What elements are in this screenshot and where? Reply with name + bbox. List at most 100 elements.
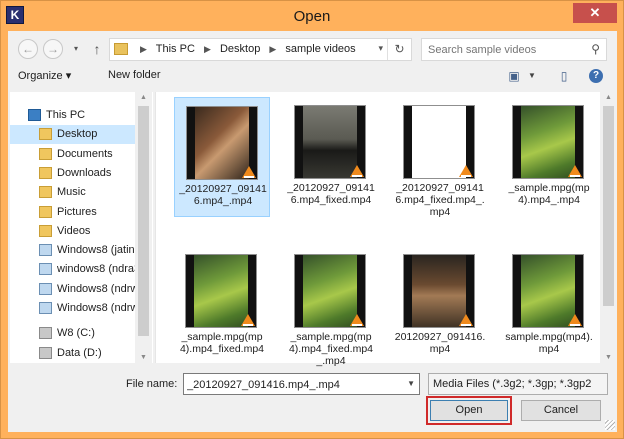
search-box[interactable]: ⚲: [421, 38, 607, 61]
file-name: 20120927_091416.mp4: [394, 331, 486, 355]
breadcrumb-this-pc[interactable]: This PC: [156, 43, 195, 55]
nav-scroll-thumb[interactable]: [138, 106, 149, 336]
nav-item-label: Windows8 (ndrw: [57, 282, 135, 295]
video-frame: [412, 106, 466, 178]
nav-item[interactable]: Documents: [10, 145, 135, 164]
view-options-icon[interactable]: ▣: [506, 68, 522, 84]
nav-item[interactable]: Pictures: [10, 203, 135, 222]
window-title: Open: [293, 8, 331, 25]
nav-item[interactable]: Windows8 (ndrw: [10, 280, 135, 299]
file-name: _sample.mpg(mp4).mp4_fixed.mp4: [179, 331, 265, 355]
open-button[interactable]: Open: [426, 396, 512, 425]
video-thumbnail: [512, 105, 584, 179]
breadcrumb-desktop[interactable]: Desktop: [220, 43, 260, 55]
nav-item[interactable]: Data (D:): [10, 344, 135, 363]
file-item[interactable]: 20120927_091416.mp4: [392, 246, 488, 366]
vlc-cone-icon: [242, 166, 256, 178]
forward-button[interactable]: →: [43, 39, 63, 59]
dialog-client: ← → ▾ ↑ ▶ This PC ▶ Desktop ▶ sample vid…: [8, 31, 617, 432]
refresh-icon: ↻: [394, 42, 405, 56]
video-thumbnail: [186, 106, 258, 180]
file-item[interactable]: _20120927_091416.mp4_fixed.mp4_.mp4: [392, 97, 488, 218]
view-dropdown-icon[interactable]: ▼: [524, 68, 540, 84]
nav-item-label: windows8 (ndra3: [57, 263, 135, 276]
preview-pane-icon[interactable]: ▯: [556, 68, 572, 84]
content-scrollbar[interactable]: ▲ ▼: [600, 92, 617, 363]
nav-item[interactable]: Desktop: [10, 125, 135, 145]
film-strip: [404, 255, 412, 327]
folder-icon: [39, 128, 52, 141]
chevron-right-icon[interactable]: ▶: [140, 44, 147, 54]
chevron-down-icon[interactable]: ▼: [407, 379, 415, 388]
nav-item[interactable]: Windows8 (jatin-: [10, 241, 135, 260]
refresh-button[interactable]: ↻: [387, 39, 411, 60]
video-thumbnail: [294, 105, 366, 179]
chevron-right-icon[interactable]: ▶: [269, 44, 276, 54]
nav-item-label: Music: [57, 186, 86, 199]
film-strip: [295, 106, 303, 178]
close-button[interactable]: ✕: [573, 3, 617, 23]
up-button[interactable]: ↑: [88, 39, 106, 59]
file-name: _20120927_091416.mp4_.mp4: [179, 183, 267, 207]
file-name: _sample.mpg(mp4).mp4_.mp4: [508, 182, 590, 206]
nav-item[interactable]: Downloads: [10, 164, 135, 183]
scroll-up-icon[interactable]: ▲: [600, 94, 617, 101]
address-dropdown-icon[interactable]: ▾: [378, 43, 383, 54]
file-item[interactable]: _sample.mpg(mp4).mp4_.mp4: [501, 97, 597, 217]
nav-item[interactable]: Videos: [10, 222, 135, 241]
address-bar[interactable]: ▶ This PC ▶ Desktop ▶ sample videos ▾ ↻: [109, 38, 412, 61]
video-thumbnail: [294, 254, 366, 328]
file-item[interactable]: _20120927_091416.mp4_fixed.mp4: [283, 97, 379, 217]
breadcrumb-sample-videos[interactable]: sample videos: [285, 43, 355, 55]
vlc-cone-icon: [241, 314, 255, 326]
help-icon[interactable]: ?: [589, 69, 603, 83]
nav-item[interactable]: windows8 (ndra3: [10, 260, 135, 279]
film-strip: [187, 107, 195, 179]
scroll-up-icon[interactable]: ▲: [135, 94, 152, 101]
cancel-button[interactable]: Cancel: [521, 400, 601, 421]
nav-item[interactable]: This PC: [10, 106, 135, 125]
file-list: _20120927_091416.mp4_.mp4 _20120927_09141…: [155, 92, 617, 367]
nav-item-label: Windows8 (jatin-: [57, 244, 135, 257]
new-folder-button[interactable]: New folder: [108, 69, 161, 81]
title-bar[interactable]: K Open ✕: [1, 1, 623, 31]
nav-item[interactable]: W8 (C:): [10, 324, 135, 343]
film-strip: [404, 106, 412, 178]
search-input[interactable]: [428, 42, 578, 57]
file-name-label: File name:: [126, 378, 178, 390]
recent-locations-chevron-icon[interactable]: ▾: [68, 41, 84, 57]
nav-scrollbar[interactable]: ▲ ▼: [135, 92, 152, 363]
nav-item[interactable]: Music: [10, 183, 135, 202]
nav-item-label: Data (D:): [57, 346, 102, 359]
file-item[interactable]: _sample.mpg(mp4).mp4_fixed.mp4_.mp4: [283, 246, 379, 367]
vlc-cone-icon: [459, 314, 473, 326]
file-item[interactable]: sample.mpg(mp4).mp4: [501, 246, 597, 366]
vlc-cone-icon: [459, 165, 473, 177]
file-type-select[interactable]: Media Files (*.3g2; *.3gp; *.3gp2: [428, 373, 608, 395]
content-scroll-thumb[interactable]: [603, 106, 614, 306]
video-frame: [195, 107, 249, 179]
scroll-down-icon[interactable]: ▼: [135, 354, 152, 361]
organize-button[interactable]: Organize ▾: [18, 69, 71, 82]
drive-icon: [39, 346, 52, 359]
file-name-field[interactable]: ▼: [183, 373, 420, 395]
nav-item-label: This PC: [46, 109, 86, 121]
scroll-down-icon[interactable]: ▼: [600, 354, 617, 361]
back-button[interactable]: ←: [18, 39, 38, 59]
file-name-input[interactable]: [187, 377, 399, 392]
back-arrow-icon: ←: [22, 42, 34, 56]
video-frame: [412, 255, 466, 327]
file-item[interactable]: _20120927_091416.mp4_.mp4: [174, 97, 270, 217]
nav-item[interactable]: Windows8 (ndrw: [10, 299, 135, 318]
chevron-right-icon[interactable]: ▶: [204, 44, 211, 54]
nav-item-label: Videos: [57, 224, 91, 237]
breadcrumb: ▶ This PC ▶ Desktop ▶ sample videos: [134, 43, 356, 55]
folder-icon: [39, 147, 52, 160]
up-arrow-icon: ↑: [93, 41, 101, 57]
film-strip: [513, 255, 521, 327]
file-item[interactable]: _sample.mpg(mp4).mp4_fixed.mp4: [174, 246, 270, 366]
resize-grip[interactable]: [605, 420, 615, 430]
close-icon: ✕: [589, 5, 601, 20]
folder-icon: [39, 205, 52, 218]
video-frame: [303, 106, 357, 178]
